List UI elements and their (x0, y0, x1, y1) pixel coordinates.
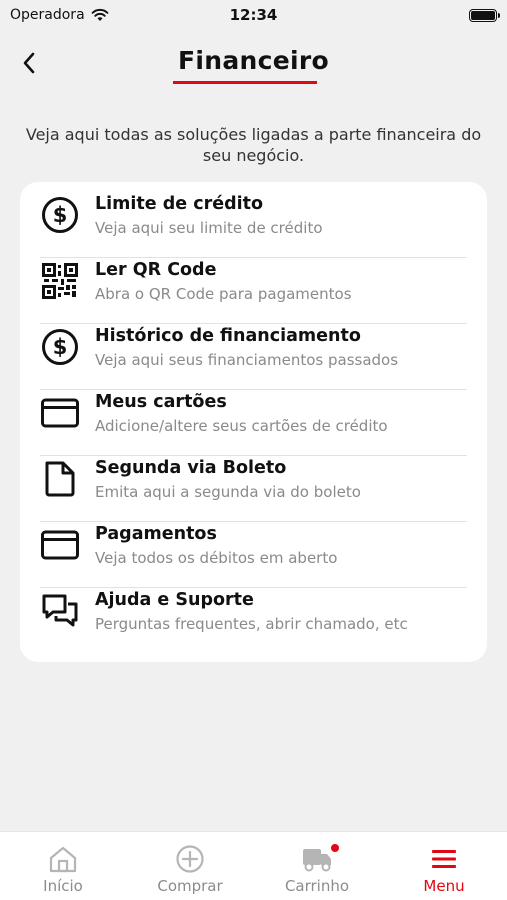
menu-item-limite-credito[interactable]: $ Limite de crédito Veja aqui seu limite… (40, 182, 467, 248)
menu-item-subtitle: Veja aqui seus financiamentos passados (95, 350, 399, 369)
cart-badge (331, 844, 339, 852)
menu-item-ler-qr-code[interactable]: Ler QR Code Abra o QR Code para pagament… (40, 248, 467, 314)
title-underline (173, 81, 317, 84)
menu-item-subtitle: Abra o QR Code para pagamentos (95, 284, 352, 303)
tab-label: Início (43, 877, 83, 895)
tab-label: Menu (423, 877, 465, 895)
dollar-circle-icon: $ (40, 327, 80, 367)
tab-comprar[interactable]: Comprar (127, 832, 253, 900)
intro-text: Veja aqui todas as soluções ligadas a pa… (25, 125, 482, 165)
menu-text: Ler QR Code Abra o QR Code para pagament… (95, 259, 352, 304)
menu-text: Ajuda e Suporte Perguntas frequentes, ab… (95, 589, 408, 634)
menu-item-title: Ajuda e Suporte (95, 589, 254, 610)
menu-item-historico-financiamento[interactable]: $ Histórico de financiamento Veja aqui s… (40, 314, 467, 380)
menu-item-title: Histórico de financiamento (95, 325, 361, 346)
carrier-label: Operadora (10, 7, 85, 23)
status-bar: Operadora 12:34 (0, 0, 507, 30)
header: Financeiro (0, 38, 507, 92)
document-icon (40, 459, 80, 499)
menu-item-pagamentos[interactable]: Pagamentos Veja todos os débitos em aber… (40, 512, 467, 578)
menu-text: Segunda via Boleto Emita aqui a segunda … (95, 457, 361, 502)
menu-item-subtitle: Veja todos os débitos em aberto (95, 548, 338, 567)
menu-item-title: Pagamentos (95, 523, 217, 544)
menu-text: Limite de crédito Veja aqui seu limite d… (95, 193, 323, 238)
credit-card-icon (40, 525, 80, 565)
menu-text: Meus cartões Adicione/altere seus cartõe… (95, 391, 388, 436)
menu-text: Pagamentos Veja todos os débitos em aber… (95, 523, 337, 568)
menu-item-subtitle: Perguntas frequentes, abrir chamado, etc (95, 614, 408, 633)
credit-card-icon (40, 393, 80, 433)
truck-icon (301, 844, 339, 874)
menu-item-segunda-via-boleto[interactable]: Segunda via Boleto Emita aqui a segunda … (40, 446, 467, 512)
menu-item-title: Segunda via Boleto (95, 457, 287, 478)
home-icon (48, 844, 78, 874)
page-title: Financeiro (178, 46, 329, 75)
qr-code-icon (40, 261, 80, 301)
tab-label: Comprar (157, 877, 223, 895)
menu-item-subtitle: Veja aqui seu limite de crédito (95, 218, 323, 237)
dollar-circle-icon: $ (40, 195, 80, 235)
menu-item-subtitle: Emita aqui a segunda via do boleto (95, 482, 361, 501)
tab-bar: Início Comprar Carrinho Menu (0, 831, 507, 900)
svg-text:$: $ (53, 335, 68, 359)
tab-menu[interactable]: Menu (381, 832, 507, 900)
battery-icon (469, 8, 500, 22)
svg-text:$: $ (53, 203, 68, 227)
tab-label: Carrinho (284, 877, 350, 895)
menu-item-title: Ler QR Code (95, 259, 217, 280)
menu-text: Histórico de financiamento Veja aqui seu… (95, 325, 398, 370)
financial-menu-card: $ Limite de crédito Veja aqui seu limite… (20, 182, 487, 662)
menu-item-subtitle: Adicione/altere seus cartões de crédito (95, 416, 388, 435)
tab-inicio[interactable]: Início (0, 832, 126, 900)
chat-bubbles-icon (40, 591, 80, 631)
menu-item-ajuda-suporte[interactable]: Ajuda e Suporte Perguntas frequentes, ab… (40, 578, 467, 644)
menu-item-title: Meus cartões (95, 391, 227, 412)
tab-carrinho[interactable]: Carrinho (254, 832, 380, 900)
menu-item-meus-cartoes[interactable]: Meus cartões Adicione/altere seus cartõe… (40, 380, 467, 446)
wifi-icon (91, 8, 109, 21)
plus-circle-icon (175, 844, 205, 874)
hamburger-menu-icon (431, 844, 457, 874)
menu-item-title: Limite de crédito (95, 193, 263, 214)
status-left: Operadora (10, 7, 109, 23)
